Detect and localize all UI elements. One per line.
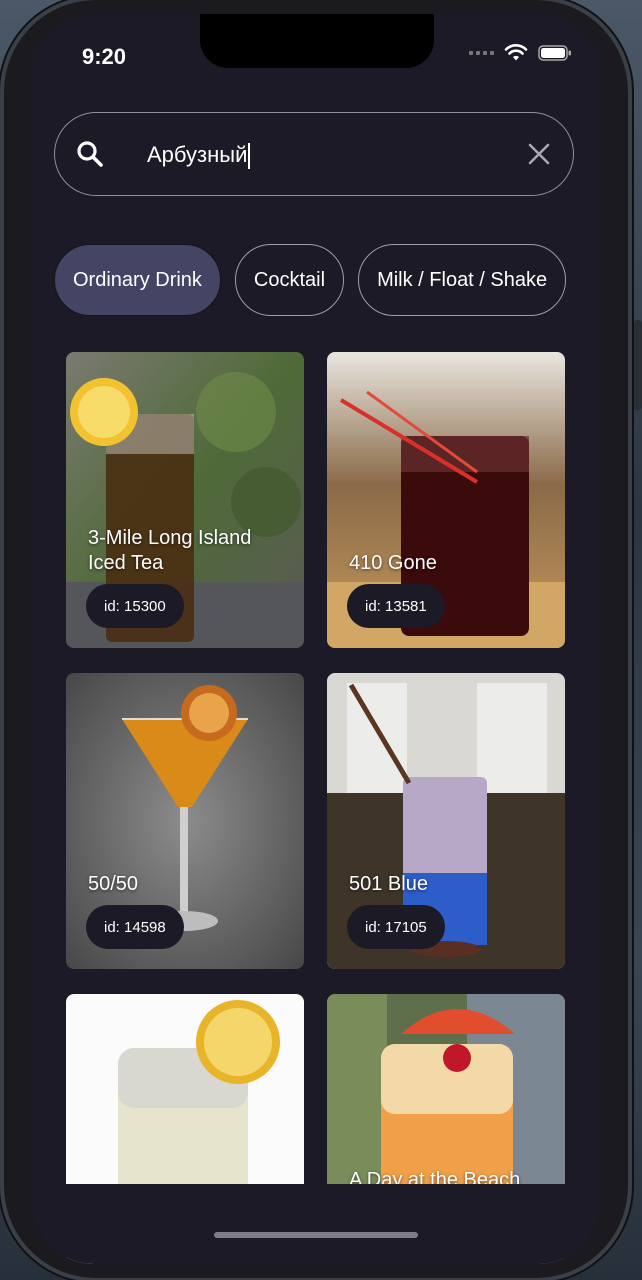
status-icons (469, 44, 572, 62)
wifi-icon (504, 44, 528, 62)
chip-milk-float-shake[interactable]: Milk / Float / Shake (358, 244, 567, 316)
search-field[interactable]: Арбузный (54, 112, 574, 196)
drink-card[interactable]: 3-Mile Long Island Iced Tea id: 15300 (66, 352, 304, 648)
chip-ordinary-drink[interactable]: Ordinary Drink (54, 244, 221, 316)
battery-icon (538, 45, 572, 61)
drink-id-badge: id: 14598 (86, 905, 184, 949)
text-caret (248, 143, 251, 170)
drink-name: 3-Mile Long Island Iced Tea (88, 527, 252, 574)
drink-card[interactable]: 501 Blue id: 17105 (327, 673, 565, 969)
notch (200, 14, 434, 68)
category-chips: Ordinary Drink Cocktail Milk / Float / S… (54, 244, 567, 316)
clear-icon[interactable] (527, 142, 551, 171)
drink-name: 410 Gone (349, 552, 437, 574)
signal-icon (469, 51, 494, 55)
drink-card[interactable]: 50/50 id: 14598 (66, 673, 304, 969)
drink-name: 501 Blue (349, 873, 428, 895)
drink-card[interactable]: 410 Gone id: 13581 (327, 352, 565, 648)
search-icon (75, 139, 105, 174)
bottom-safe-area (32, 1184, 600, 1264)
drink-id-badge: id: 17105 (347, 905, 445, 949)
side-button (634, 320, 642, 410)
search-input[interactable]: Арбузный (147, 142, 251, 170)
home-indicator[interactable] (214, 1232, 418, 1238)
status-time: 9:20 (82, 44, 127, 69)
app-screen: 9:20 Арбузный Ordinary Drink Cocktail Mi… (32, 14, 600, 1264)
drink-id-badge: id: 15300 (86, 584, 184, 628)
drink-id-badge: id: 13581 (347, 584, 445, 628)
drink-name: 50/50 (88, 873, 139, 895)
chip-cocktail[interactable]: Cocktail (234, 244, 345, 316)
